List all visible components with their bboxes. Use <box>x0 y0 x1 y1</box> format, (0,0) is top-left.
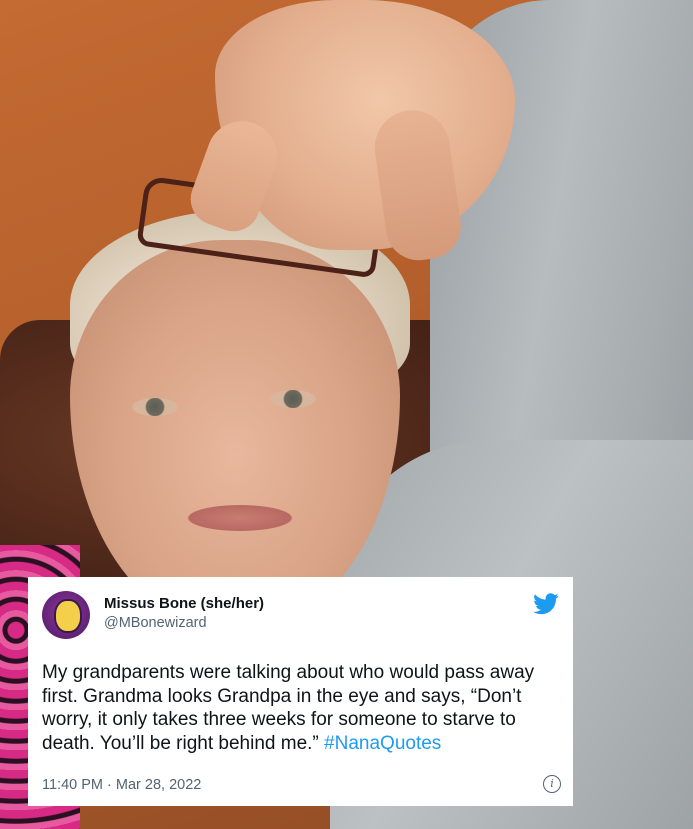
tweet-date: Mar 28, 2022 <box>115 777 202 793</box>
info-icon[interactable]: i <box>543 775 561 793</box>
meta-separator: · <box>107 777 112 793</box>
avatar[interactable] <box>42 591 90 639</box>
tweet-body: My grandparents were talking about who w… <box>42 662 535 754</box>
photo-background: Missus Bone (she/her) @MBonewizard My gr… <box>0 0 693 829</box>
tweet-text: My grandparents were talking about who w… <box>42 661 562 755</box>
display-name[interactable]: Missus Bone (she/her) <box>104 595 264 612</box>
left-eye <box>132 398 178 416</box>
mouth <box>180 503 300 533</box>
tweet-header: Missus Bone (she/her) @MBonewizard <box>42 589 559 645</box>
avatar-face <box>54 599 82 633</box>
tweet-time: 11:40 PM <box>42 777 103 793</box>
tweet-card[interactable]: Missus Bone (she/her) @MBonewizard My gr… <box>28 577 573 806</box>
tweet-timestamp[interactable]: 11:40 PM · Mar 28, 2022 <box>42 777 201 793</box>
user-handle[interactable]: @MBonewizard <box>104 615 207 631</box>
hashtag-link[interactable]: #NanaQuotes <box>324 733 441 754</box>
right-eye <box>270 390 316 408</box>
twitter-bird-icon[interactable] <box>533 593 559 615</box>
